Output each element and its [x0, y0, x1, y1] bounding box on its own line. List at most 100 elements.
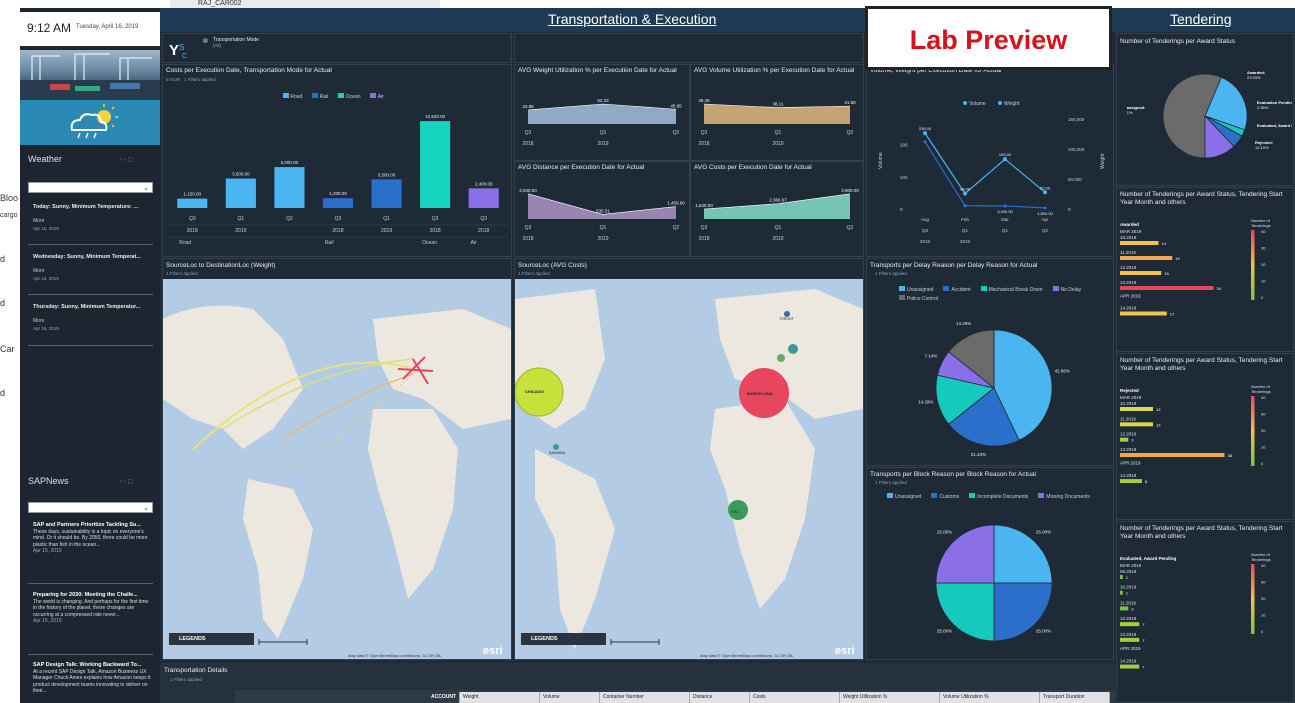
y2-tick: 100,000 [1068, 147, 1085, 152]
port-photo [20, 50, 160, 100]
widget-controls-icon[interactable]: ‹ › ▢ [120, 156, 133, 163]
column-header[interactable]: Transport Duration [1040, 692, 1110, 703]
bar[interactable] [371, 179, 402, 208]
bar[interactable] [1120, 575, 1123, 579]
column-header[interactable]: Costs [750, 692, 840, 703]
news-item[interactable]: SAP and Partners Prioritize Tackling Su.… [33, 522, 153, 555]
x-tick-quarter: Q2 [847, 225, 854, 231]
x-tick-quarter: Q1 [600, 225, 607, 231]
bar[interactable] [1120, 637, 1140, 642]
bar[interactable] [177, 198, 208, 208]
category-label: 14.2019 [1120, 306, 1137, 311]
bar-value-label: 3,500.00 [378, 172, 396, 177]
bar[interactable] [274, 167, 305, 208]
column-header[interactable]: Container Number [600, 692, 690, 703]
news-source-select[interactable]: ⌄ [28, 502, 153, 513]
bar[interactable] [1120, 479, 1142, 484]
x-tick-quarter: Q2 [1042, 228, 1049, 233]
area-series[interactable] [704, 104, 850, 124]
weather-item[interactable]: Today: Sunny, Minimum Temperature: ... Mo… [33, 204, 153, 232]
route-map[interactable] [163, 279, 511, 659]
widget-controls-icon[interactable]: ‹ › ▢ [120, 478, 133, 485]
bar[interactable] [468, 188, 499, 208]
map-legends-button[interactable]: LEGENDS [521, 633, 606, 645]
weight-point[interactable] [963, 204, 967, 208]
bar[interactable] [322, 198, 354, 208]
area-series[interactable] [528, 193, 676, 219]
news-item[interactable]: SAP Design Talk: Working Backward To... A… [33, 662, 153, 695]
group-label: Rejected [1120, 388, 1139, 393]
bar[interactable] [1120, 256, 1173, 260]
bar[interactable] [1120, 590, 1123, 595]
bar[interactable] [420, 121, 451, 208]
bar-value-label: 1,200.00 [329, 191, 347, 196]
bar[interactable] [1120, 422, 1153, 427]
volume-line[interactable] [924, 132, 1046, 195]
bar[interactable] [1120, 407, 1153, 411]
legend-swatch [899, 286, 905, 291]
weather-item[interactable]: Wednesday: Sunny, Minimum Temperat... Mor… [33, 254, 153, 282]
volume-point[interactable] [1043, 190, 1047, 195]
column-header[interactable]: Volume Utilization % [940, 692, 1040, 703]
legend-label: Unassigned [907, 287, 934, 293]
map-attribution[interactable]: Map data © OpenStreetMap contributors, C… [700, 653, 793, 658]
weight-line[interactable] [924, 141, 1046, 209]
filters-applied-link[interactable]: 1 Filters applied [518, 271, 550, 276]
legend-label: No Delay [1060, 287, 1082, 293]
filters-applied-link[interactable]: 1 Filters applied [170, 677, 202, 682]
x-tick-quarter: Q3 [335, 216, 342, 222]
volume-point[interactable] [963, 191, 967, 196]
bar[interactable] [1120, 241, 1159, 245]
weather-banner [20, 100, 160, 145]
awarded-bar-chart: Awarded MAR 201910.2019 14 11.2019 19 12.2019… [1120, 218, 1271, 317]
slice-value-label: 25.00% [937, 628, 952, 633]
bar[interactable] [1120, 271, 1162, 275]
bar[interactable] [1120, 311, 1167, 316]
chart-title: AVG Costs per Execution Date for Actual [694, 164, 812, 171]
bubble-map[interactable]: CHICAGO BARCELONA KIN... TORONT SAVANNA [514, 279, 863, 659]
filters-applied-link[interactable]: 1 Filters applied [166, 271, 198, 276]
color-scale [1251, 230, 1255, 300]
volume-point[interactable] [1003, 157, 1007, 162]
bar[interactable] [1120, 664, 1140, 669]
bar[interactable] [1120, 286, 1214, 290]
point-value-label: 45.95 [670, 103, 682, 108]
filter-value: (All) [213, 43, 221, 48]
delay-reason-panel: Transports per Delay Reason per Delay Re… [866, 258, 1114, 466]
chart-title: Number of Tenderings per Award Status [1120, 38, 1236, 45]
chart-legend: Unassigned Customs Incomplete Documents Mis… [887, 493, 1112, 500]
bar-value-label: 3 [1131, 606, 1134, 611]
map-legends-button[interactable]: LEGENDS [169, 633, 254, 645]
news-item[interactable]: Preparing for 2030: Meeting the Challe..… [33, 592, 153, 625]
point-value-label: 38.11 [773, 102, 784, 107]
bar[interactable] [1120, 606, 1129, 611]
x-tick-quarter: Q2 [673, 130, 680, 136]
filters-applied-link[interactable]: 1 Filters applied [184, 77, 216, 82]
bar-value-label: 12 [1156, 422, 1161, 427]
bar[interactable] [1120, 437, 1129, 442]
weather-location-select[interactable]: ⌄ [28, 182, 153, 193]
bar[interactable] [1120, 453, 1225, 457]
column-header[interactable]: ACCOUNT [410, 692, 460, 703]
weather-item[interactable]: Thursday: Sunny, Minimum Temperatur... Mo… [33, 304, 153, 332]
volume-point[interactable] [923, 131, 927, 136]
delay-reason-pie: 42.86% 21.43% 14.29% 7.14% 14.29% [918, 321, 1070, 457]
weight-point[interactable] [1003, 204, 1007, 208]
map-attribution[interactable]: Map data © OpenStreetMap contributors, C… [348, 653, 441, 658]
bar[interactable] [225, 178, 256, 208]
filters-applied-link[interactable]: 1 Filters applied [875, 480, 907, 485]
x-tick-quarter: Q3 [922, 228, 929, 233]
bar[interactable] [1120, 622, 1140, 627]
column-header[interactable]: Volume [540, 692, 600, 703]
column-header[interactable]: Distance [690, 692, 750, 703]
x-tick-quarter: Q2 [847, 130, 854, 136]
weight-point[interactable] [1043, 206, 1047, 210]
weight-point[interactable] [923, 140, 927, 144]
area-series[interactable] [528, 104, 676, 124]
column-header[interactable]: Weight [460, 692, 540, 703]
map-left-panel: SourceLoc to DestinationLoc (Weight) 1 F… [162, 258, 512, 660]
filters-applied-link[interactable]: 1 Filters applied [875, 271, 907, 276]
chart-title: Transports per Delay Reason per Delay Re… [870, 262, 1038, 269]
column-header[interactable]: Weight Utilization % [840, 692, 940, 703]
transport-mode-filter[interactable]: Transportation Mode (All) [213, 37, 259, 48]
